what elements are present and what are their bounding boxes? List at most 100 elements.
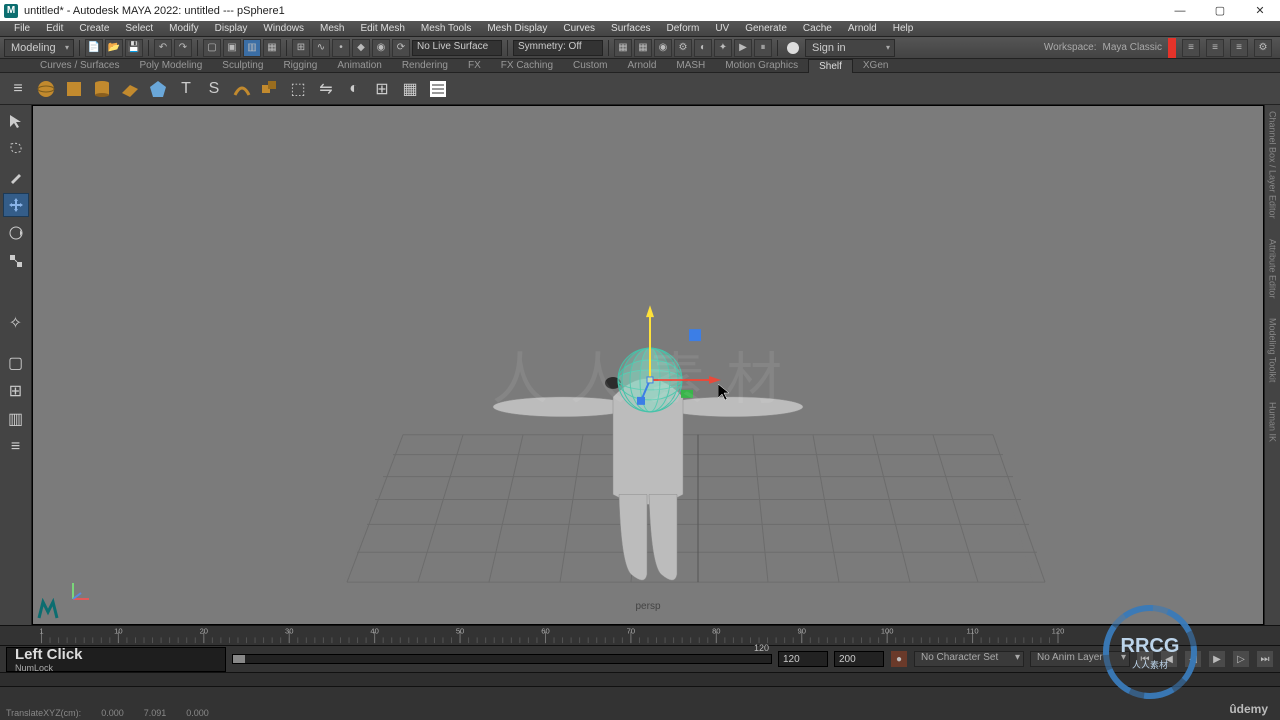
playback-step-fwd-button[interactable]: ▷ — [1232, 650, 1250, 668]
module-combo[interactable]: Modeling — [4, 39, 74, 57]
shelf-tab-rendering[interactable]: Rendering — [392, 59, 458, 72]
snap-grid-button[interactable]: ⊞ — [292, 39, 310, 57]
poly-sphere-icon[interactable] — [34, 77, 58, 101]
snap-curve-button[interactable]: ∿ — [312, 39, 330, 57]
quad-draw-icon[interactable]: ▦ — [398, 77, 422, 101]
sidebar-toggle-4[interactable]: ⚙ — [1254, 39, 1272, 57]
viewport[interactable]: persp 人人素材 — [32, 105, 1264, 625]
playback-play-back-button[interactable]: ◁ — [1184, 650, 1202, 668]
shelf-tab-sculpting[interactable]: Sculpting — [212, 59, 273, 72]
panel-pause-button[interactable]: ⏸ — [754, 39, 772, 57]
shelf-tab-fx[interactable]: FX — [458, 59, 491, 72]
menu-curves[interactable]: Curves — [555, 22, 603, 35]
menu-deform[interactable]: Deform — [659, 22, 708, 35]
menu-create[interactable]: Create — [71, 22, 117, 35]
snap-plane-button[interactable]: ◆ — [352, 39, 370, 57]
paint-select-tool[interactable] — [3, 165, 29, 189]
undo-button[interactable]: ↶ — [154, 39, 172, 57]
time-slider[interactable]: 1102030405060708090100110120 — [0, 625, 1280, 645]
poly-cube-icon[interactable] — [62, 77, 86, 101]
window-maximize-button[interactable]: ▢ — [1200, 0, 1240, 21]
menu-modify[interactable]: Modify — [161, 22, 206, 35]
two-pane-layout[interactable]: ▥ — [3, 407, 29, 431]
light-editor-button[interactable]: ✦ — [714, 39, 732, 57]
window-minimize-button[interactable]: — — [1160, 0, 1200, 21]
anim-end-input[interactable] — [834, 651, 884, 667]
workspace-value[interactable]: Maya Classic — [1103, 42, 1162, 53]
select-hierarchy-button[interactable]: ▣ — [223, 39, 241, 57]
shelf-tab-arnold[interactable]: Arnold — [617, 59, 666, 72]
menu-display[interactable]: Display — [207, 22, 256, 35]
shelf-tab-xgen[interactable]: XGen — [853, 59, 899, 72]
window-close-button[interactable]: ✕ — [1240, 0, 1280, 21]
render-frame-button[interactable]: ▦ — [634, 39, 652, 57]
sweep-mesh-icon[interactable] — [230, 77, 254, 101]
rotate-tool[interactable] — [3, 221, 29, 245]
poly-type-icon[interactable]: T — [174, 77, 198, 101]
select-object-button[interactable]: ▢ — [203, 39, 221, 57]
shelf-tab-custom[interactable]: Custom — [563, 59, 617, 72]
range-slider[interactable]: 120 — [232, 654, 772, 664]
sidebar-toggle-3[interactable]: ≡ — [1230, 39, 1248, 57]
sidebar-toggle-1[interactable]: ≡ — [1182, 39, 1200, 57]
character-set-combo[interactable]: No Character Set — [914, 651, 1024, 667]
hypershade-button[interactable]: ◐ — [694, 39, 712, 57]
snap-point-button[interactable]: • — [332, 39, 350, 57]
menu-edit[interactable]: Edit — [38, 22, 71, 35]
shelf-tab-animation[interactable]: Animation — [327, 59, 391, 72]
separate-icon[interactable]: ⬚ — [286, 77, 310, 101]
render-view-button[interactable]: ▦ — [614, 39, 632, 57]
poly-platonic-icon[interactable] — [146, 77, 170, 101]
menu-mesh[interactable]: Mesh — [312, 22, 352, 35]
shelf-tab-mash[interactable]: MASH — [666, 59, 715, 72]
symmetry-combo[interactable]: Symmetry: Off — [513, 40, 603, 56]
last-tool[interactable]: ✧ — [3, 311, 29, 335]
live-surface-field[interactable]: No Live Surface — [412, 40, 502, 56]
menu-mesh-display[interactable]: Mesh Display — [479, 22, 555, 35]
rail-modeling-toolkit[interactable]: Modeling Toolkit — [1268, 318, 1278, 382]
open-scene-button[interactable]: 📂 — [105, 39, 123, 57]
four-pane-layout[interactable]: ⊞ — [3, 379, 29, 403]
retopo-icon[interactable]: ⊞ — [370, 77, 394, 101]
new-scene-button[interactable]: 📄 — [85, 39, 103, 57]
shelf-tab-polymodeling[interactable]: Poly Modeling — [129, 59, 212, 72]
sidebar-toggle-2[interactable]: ≡ — [1206, 39, 1224, 57]
snap-live-button[interactable]: ◉ — [372, 39, 390, 57]
make-live-button[interactable]: ⟳ — [392, 39, 410, 57]
shelf-tab-curves[interactable]: Curves / Surfaces — [30, 59, 129, 72]
mirror-icon[interactable]: ⇋ — [314, 77, 338, 101]
scale-tool[interactable] — [3, 249, 29, 273]
outliner-toggle[interactable]: ≡ — [3, 435, 29, 459]
select-multi-button[interactable]: ▦ — [263, 39, 281, 57]
menu-help[interactable]: Help — [885, 22, 922, 35]
anim-layer-combo[interactable]: No Anim Layer — [1030, 651, 1130, 667]
menu-select[interactable]: Select — [117, 22, 161, 35]
range-end-input[interactable] — [778, 651, 828, 667]
ipr-render-button[interactable]: ◉ — [654, 39, 672, 57]
lasso-tool[interactable] — [3, 137, 29, 161]
select-tool[interactable] — [3, 109, 29, 133]
menu-generate[interactable]: Generate — [737, 22, 795, 35]
menu-windows[interactable]: Windows — [255, 22, 312, 35]
command-line[interactable] — [0, 672, 1280, 686]
save-scene-button[interactable]: 💾 — [125, 39, 143, 57]
menu-file[interactable]: File — [6, 22, 38, 35]
rail-attribute-editor[interactable]: Attribute Editor — [1268, 239, 1278, 299]
svg-import-icon[interactable]: S — [202, 77, 226, 101]
menu-uv[interactable]: UV — [707, 22, 737, 35]
auto-key-button[interactable]: ● — [890, 650, 908, 668]
playback-go-start-button[interactable]: ⏮ — [1136, 650, 1154, 668]
history-icon[interactable] — [426, 77, 450, 101]
playblast-button[interactable]: ▶ — [734, 39, 752, 57]
playback-go-end-button[interactable]: ⏭ — [1256, 650, 1274, 668]
menu-edit-mesh[interactable]: Edit Mesh — [352, 22, 412, 35]
shelf-tab-shelf[interactable]: Shelf — [808, 59, 853, 73]
rail-human-ik[interactable]: Human IK — [1268, 402, 1278, 442]
notification-flag-icon[interactable] — [1168, 38, 1176, 58]
rail-channel-box[interactable]: Channel Box / Layer Editor — [1268, 111, 1278, 219]
menu-surfaces[interactable]: Surfaces — [603, 22, 658, 35]
smooth-icon[interactable]: ◐ — [342, 77, 366, 101]
shelf-menu-icon[interactable]: ≡ — [6, 77, 30, 101]
poly-cylinder-icon[interactable] — [90, 77, 114, 101]
redo-button[interactable]: ↷ — [174, 39, 192, 57]
